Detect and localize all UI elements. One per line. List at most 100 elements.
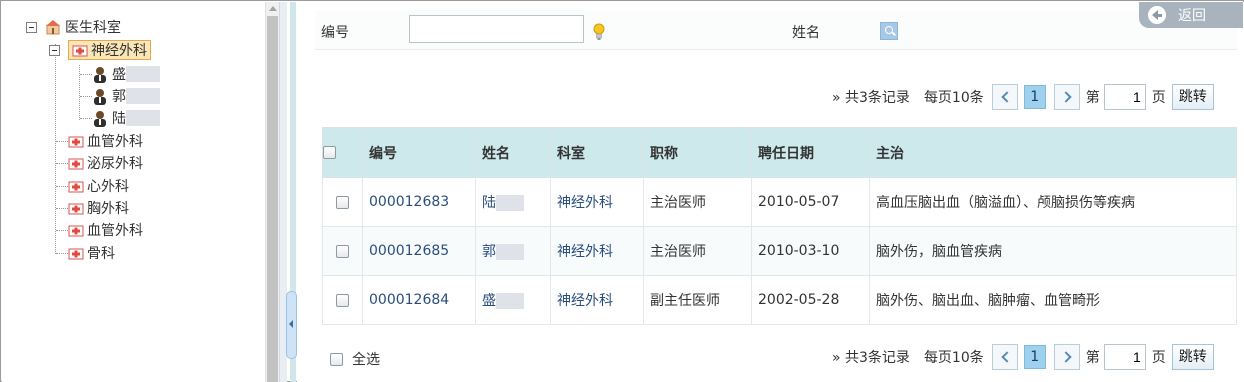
cell-title: 主治医师 bbox=[643, 177, 752, 227]
column-header[interactable]: 职称 bbox=[643, 127, 752, 178]
collapse-panel-handle[interactable] bbox=[286, 291, 297, 359]
cell-date: 2002-05-28 bbox=[751, 275, 870, 325]
medical-kit-icon bbox=[68, 157, 84, 170]
tree-node-dept[interactable]: 心外科 bbox=[68, 176, 129, 196]
tree-node-dept[interactable]: 泌尿外科 bbox=[68, 153, 143, 173]
medical-kit-icon bbox=[68, 247, 84, 260]
tree-node-root[interactable]: 医生科室 bbox=[26, 17, 121, 37]
tree-connector bbox=[56, 186, 68, 187]
per-page-label: 每页10条 bbox=[923, 350, 984, 366]
column-header[interactable]: 聘任日期 bbox=[751, 127, 870, 178]
tree-connector bbox=[80, 96, 92, 97]
select-all-checkbox-bottom[interactable] bbox=[330, 352, 343, 366]
back-button[interactable]: 返回 bbox=[1139, 2, 1243, 28]
redacted-block bbox=[496, 293, 524, 309]
prev-page-button[interactable] bbox=[991, 84, 1018, 110]
cell-name[interactable]: 陆 bbox=[475, 177, 551, 227]
header-checkbox-cell bbox=[322, 127, 363, 178]
page-prefix: 第 bbox=[1085, 350, 1100, 366]
column-header[interactable]: 编号 bbox=[362, 127, 476, 178]
table-row[interactable]: 000012684 盛 神经外科 副主任医师 2002-05-28 脑外伤、脑出… bbox=[322, 275, 1237, 325]
column-header[interactable]: 主治 bbox=[869, 127, 1237, 178]
cell-date: 2010-03-10 bbox=[751, 226, 870, 276]
redacted-block bbox=[496, 195, 524, 211]
tree-node-dept[interactable]: 骨科 bbox=[68, 243, 115, 263]
lightbulb-icon[interactable] bbox=[593, 23, 605, 41]
page-number-input[interactable] bbox=[1103, 84, 1146, 110]
column-header[interactable]: 科室 bbox=[550, 127, 644, 178]
next-page-button[interactable] bbox=[1053, 84, 1080, 110]
tree-node-dept[interactable]: 血管外科 bbox=[68, 131, 143, 151]
tree-connector bbox=[56, 208, 68, 209]
tree-node-dept[interactable]: 胸外科 bbox=[68, 198, 129, 218]
tree-dept-label: 血管外科 bbox=[87, 134, 143, 150]
cell-title: 主治医师 bbox=[643, 226, 752, 276]
page-number-input[interactable] bbox=[1103, 344, 1146, 370]
cell-specialty: 脑外伤，脑血管疾病 bbox=[869, 226, 1237, 276]
id-search-input[interactable] bbox=[409, 15, 584, 43]
doctor-table: 编号 姓名 科室 职称 聘任日期 主治 000012683 陆 神经外科 主治医… bbox=[322, 127, 1237, 325]
doctor-icon bbox=[92, 88, 108, 105]
cell-name[interactable]: 郭 bbox=[475, 226, 551, 276]
tree-node-dept[interactable]: 血管外科 bbox=[68, 220, 143, 240]
cell-dept[interactable]: 神经外科 bbox=[550, 177, 644, 227]
cell-specialty: 脑外伤、脑出血、脑肿瘤、血管畸形 bbox=[869, 275, 1237, 325]
medical-kit-icon bbox=[68, 224, 84, 237]
department-tree: 医生科室 神经外科 盛 郭 陆 血管外科 泌尿外科 心外科 胸外科 血管外科 骨… bbox=[2, 2, 265, 382]
current-page[interactable]: 1 bbox=[1023, 345, 1046, 369]
hospital-icon bbox=[45, 19, 61, 35]
collapse-icon[interactable] bbox=[26, 21, 37, 33]
tree-connector bbox=[55, 44, 56, 254]
cell-dept[interactable]: 神经外科 bbox=[550, 275, 644, 325]
search-icon[interactable] bbox=[880, 22, 898, 40]
tree-dept-label: 泌尿外科 bbox=[87, 156, 143, 172]
tree-selected-node[interactable]: 神经外科 bbox=[68, 40, 151, 60]
redacted-block bbox=[126, 66, 160, 82]
row-checkbox[interactable] bbox=[336, 195, 349, 209]
select-all-row[interactable]: 全选 bbox=[330, 349, 380, 369]
back-label: 返回 bbox=[1178, 8, 1206, 24]
cell-id[interactable]: 000012684 bbox=[362, 275, 476, 325]
cell-id[interactable]: 000012683 bbox=[362, 177, 476, 227]
record-summary: » 共3条记录 bbox=[832, 350, 910, 366]
column-header[interactable]: 姓名 bbox=[475, 127, 551, 178]
jump-button[interactable]: 跳转 bbox=[1171, 84, 1214, 110]
collapse-icon[interactable] bbox=[49, 44, 60, 56]
tree-dept-label: 血管外科 bbox=[87, 223, 143, 239]
table-row[interactable]: 000012685 郭 神经外科 主治医师 2010-03-10 脑外伤，脑血管… bbox=[322, 226, 1237, 276]
cell-dept[interactable]: 神经外科 bbox=[550, 226, 644, 276]
doctor-name: 郭 bbox=[112, 89, 126, 105]
next-page-button[interactable] bbox=[1053, 344, 1080, 370]
prev-page-button[interactable] bbox=[991, 344, 1018, 370]
tree-dept-label: 胸外科 bbox=[87, 201, 129, 217]
select-all-checkbox[interactable] bbox=[323, 146, 336, 159]
doctor-icon bbox=[92, 110, 108, 127]
scrollbar-thumb[interactable] bbox=[267, 16, 278, 382]
scroll-up-icon[interactable] bbox=[269, 6, 277, 11]
back-arrow-icon bbox=[1148, 6, 1166, 24]
cell-id[interactable]: 000012685 bbox=[362, 226, 476, 276]
tree-connector bbox=[80, 74, 92, 75]
row-checkbox[interactable] bbox=[336, 293, 349, 307]
search-bar: 编号 姓名 bbox=[315, 10, 1237, 50]
cell-name[interactable]: 盛 bbox=[475, 275, 551, 325]
jump-button[interactable]: 跳转 bbox=[1171, 344, 1214, 370]
id-label: 编号 bbox=[321, 25, 349, 41]
cell-specialty: 高血压脑出血（脑溢血）、颅脑损伤等疾病 bbox=[869, 177, 1237, 227]
medical-kit-icon bbox=[68, 202, 84, 215]
current-page[interactable]: 1 bbox=[1023, 85, 1046, 109]
tree-node-doctor[interactable]: 盛 bbox=[92, 64, 160, 84]
redacted-block bbox=[126, 88, 160, 104]
tree-node-doctor[interactable]: 陆 bbox=[92, 108, 160, 128]
tree-dept-label: 心外科 bbox=[87, 179, 129, 195]
cell-title: 副主任医师 bbox=[643, 275, 752, 325]
table-row[interactable]: 000012683 陆 神经外科 主治医师 2010-05-07 高血压脑出血（… bbox=[322, 177, 1237, 227]
row-checkbox[interactable] bbox=[336, 244, 349, 258]
tree-scrollbar[interactable] bbox=[265, 2, 279, 382]
tree-node-dept-selected[interactable]: 神经外科 bbox=[49, 40, 151, 60]
redacted-block bbox=[126, 110, 160, 126]
medical-kit-icon bbox=[72, 44, 88, 57]
tree-node-doctor[interactable]: 郭 bbox=[92, 86, 160, 106]
select-all-label: 全选 bbox=[352, 352, 380, 368]
page-suffix: 页 bbox=[1151, 350, 1166, 366]
